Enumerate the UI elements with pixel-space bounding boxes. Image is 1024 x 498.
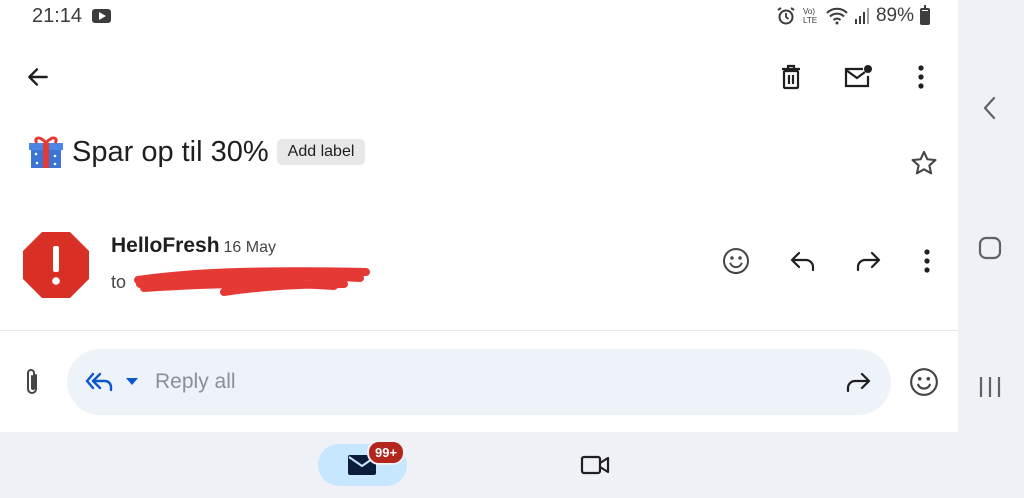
status-bar: 21:14 Vo) LTE 89% bbox=[0, 0, 958, 34]
back-button[interactable] bbox=[18, 57, 58, 97]
emoji-button[interactable] bbox=[904, 362, 944, 402]
paperclip-icon bbox=[27, 369, 37, 394]
email-screen: 21:14 Vo) LTE 89% Spar op til 30% Add la… bbox=[0, 0, 958, 498]
add-label-chip[interactable]: Add label bbox=[276, 139, 366, 165]
battery-icon bbox=[920, 4, 930, 25]
sender-line[interactable]: HelloFresh 16 May bbox=[111, 234, 276, 258]
attach-button[interactable] bbox=[12, 362, 52, 402]
reply-forward-button[interactable] bbox=[838, 362, 878, 402]
redaction-scribble bbox=[134, 267, 370, 296]
system-recents-icon[interactable] bbox=[978, 375, 1002, 399]
reply-icon bbox=[790, 251, 815, 272]
mail-badge: 99+ bbox=[367, 440, 406, 465]
forward-icon bbox=[856, 251, 881, 272]
reply-type-dropdown-icon[interactable] bbox=[125, 377, 139, 387]
star-icon bbox=[911, 150, 937, 175]
status-time: 21:14 bbox=[32, 5, 83, 27]
delete-button[interactable] bbox=[771, 57, 811, 97]
bottom-navigation bbox=[0, 432, 958, 498]
sender-avatar[interactable] bbox=[22, 231, 90, 299]
subject-row: Spar op til 30% Add label bbox=[28, 134, 366, 170]
wifi-icon bbox=[826, 7, 848, 25]
gift-icon bbox=[29, 136, 63, 168]
to-label: to bbox=[111, 272, 127, 292]
sender-name: HelloFresh bbox=[111, 234, 220, 257]
reply-all-icon[interactable] bbox=[84, 369, 116, 395]
meet-tab[interactable] bbox=[575, 445, 615, 485]
email-subject: Spar op til 30% bbox=[72, 135, 269, 168]
system-home-icon[interactable] bbox=[978, 236, 1002, 260]
message-more-button[interactable] bbox=[907, 241, 947, 281]
star-button[interactable] bbox=[904, 143, 944, 183]
email-date: 16 May bbox=[223, 239, 276, 256]
forward-icon bbox=[846, 372, 871, 393]
more-options-button[interactable] bbox=[901, 57, 941, 97]
youtube-icon bbox=[92, 9, 111, 23]
signal-icon bbox=[854, 8, 869, 24]
system-back-icon[interactable] bbox=[982, 96, 998, 120]
svg-text:LTE: LTE bbox=[803, 16, 817, 25]
recipient-line[interactable]: to bbox=[111, 272, 126, 293]
emoji-icon bbox=[723, 248, 749, 274]
status-icons: Vo) LTE 89% bbox=[776, 4, 930, 27]
arrow-back-icon bbox=[28, 68, 48, 86]
emoji-icon bbox=[910, 368, 938, 396]
alarm-icon bbox=[777, 7, 795, 25]
mark-unread-button[interactable] bbox=[838, 57, 878, 97]
svg-text:Vo): Vo) bbox=[803, 7, 815, 16]
trash-icon bbox=[782, 64, 800, 90]
react-button[interactable] bbox=[716, 241, 756, 281]
divider bbox=[0, 330, 958, 331]
forward-button[interactable] bbox=[848, 241, 888, 281]
volte-icon: Vo)LTE bbox=[803, 7, 817, 25]
more-vert-icon bbox=[924, 249, 930, 273]
video-camera-icon bbox=[580, 455, 610, 475]
reply-button[interactable] bbox=[783, 241, 823, 281]
more-vert-icon bbox=[918, 65, 924, 89]
battery-percent: 89% bbox=[875, 5, 914, 26]
mark-unread-icon bbox=[844, 65, 872, 88]
reply-all-placeholder[interactable]: Reply all bbox=[155, 370, 236, 394]
system-navigation-bar bbox=[958, 0, 1024, 498]
